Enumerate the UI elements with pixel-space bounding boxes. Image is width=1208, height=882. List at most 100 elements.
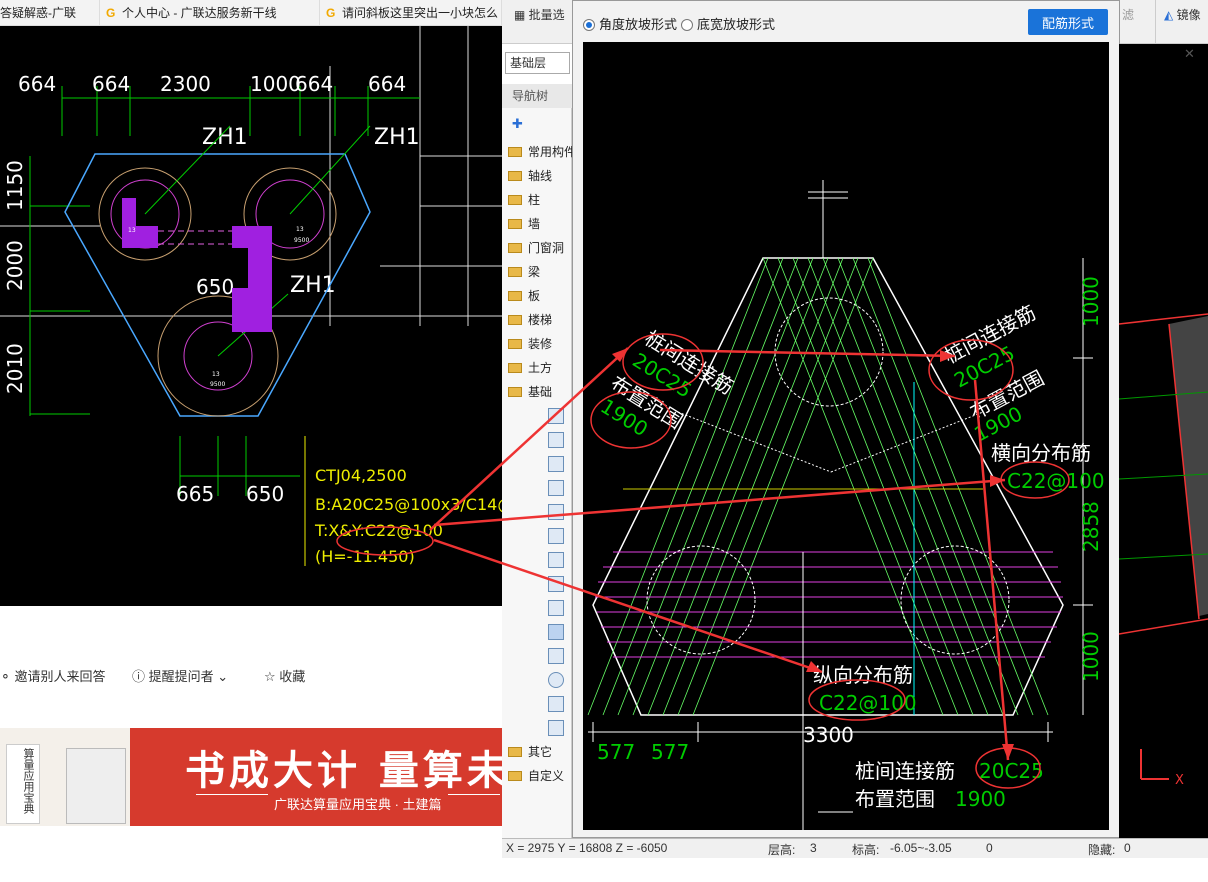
nav-tree-title: 导航树 (502, 84, 572, 108)
folder-icon (508, 387, 522, 397)
pile-tool-icon[interactable] (548, 648, 564, 664)
favorite-link[interactable]: ☆ 收藏 (264, 666, 305, 685)
invite-label: 邀请别人来回答 (14, 669, 106, 684)
dim-label: 664 (18, 72, 56, 96)
dim-label: 650 (246, 482, 284, 506)
folder-icon (508, 291, 522, 301)
pile-small-label: 13 (296, 226, 304, 233)
range-label: 布置范围 (855, 787, 935, 811)
nav-item-slab[interactable]: 板 (508, 286, 540, 306)
nav-item-stair[interactable]: 楼梯 (508, 310, 552, 330)
pile-label: ZH1 (374, 125, 420, 150)
dim-label: 2010 (3, 343, 27, 394)
rebar-diagram-canvas: 1000 2858 1000 577 577 3300 桩间连接筋 20C25 … (583, 42, 1109, 830)
book-image: 算量应用宝典 (0, 728, 130, 826)
tab-favicon-icon: G (106, 6, 116, 20)
footing-tool-icon[interactable] (548, 480, 564, 496)
close-icon[interactable]: ✕ (1184, 46, 1195, 62)
grid-tool-icon[interactable] (548, 720, 564, 736)
dim-label: 664 (295, 72, 333, 96)
raft-tool-icon[interactable] (548, 432, 564, 448)
nav-item-column[interactable]: 柱 (508, 190, 540, 210)
tab-label: 答疑解惑-广联 (0, 6, 76, 20)
radio-dot-selected (583, 19, 595, 31)
filter-button[interactable]: 滤 (1122, 6, 1134, 23)
hole-tool-icon[interactable] (548, 672, 564, 688)
transverse-rebar-label: 横向分布筋 (991, 441, 1091, 465)
browser-tab[interactable]: G 请问斜板这里突出一小块怎么 (320, 0, 502, 26)
page-footer-area (0, 826, 502, 882)
batch-select-button[interactable]: ▦ 批量选 (514, 6, 565, 23)
pile-small-label: 9500 (210, 381, 225, 388)
dim-label: 664 (92, 72, 130, 96)
mirror-button[interactable]: ◭ 镜像 (1164, 6, 1201, 23)
folder-icon (508, 219, 522, 229)
browser-tab[interactable]: G 个人中心 - 广联达服务新干线 (100, 0, 320, 26)
promo-banner[interactable]: 算量应用宝典 书成大计 量算未来 广联达算量应用宝典 · 土建篇 (0, 728, 502, 826)
tab-label: 个人中心 - 广联达服务新干线 (122, 6, 277, 20)
strip-tool-icon[interactable] (548, 504, 564, 520)
browser-tab-bar: 答疑解惑-广联 G 个人中心 - 广联达服务新干线 G 请问斜板这里突出一小块怎么 (0, 0, 502, 26)
dim-label: 2000 (3, 240, 27, 291)
chevron-down-icon: ⌄ (213, 669, 229, 684)
add-icon[interactable]: ✚ (512, 116, 523, 132)
hidden-value: 0 (1124, 841, 1131, 855)
folder-icon (508, 171, 522, 181)
nav-item-axis[interactable]: 轴线 (508, 166, 552, 186)
cushion-tool-icon[interactable] (548, 552, 564, 568)
elevation-value: -6.05~-3.05 (890, 841, 952, 855)
remind-asker-link[interactable]: ⓘ 提醒提问者 ⌄ (132, 666, 228, 685)
nav-item-beam[interactable]: 梁 (508, 262, 540, 282)
beam-tool-icon[interactable] (548, 528, 564, 544)
longitudinal-rebar-value: C22@100 (819, 691, 917, 715)
folder-icon (508, 267, 522, 277)
nav-item-foundation[interactable]: 基础 (508, 382, 552, 402)
dim-label: 650 (196, 275, 234, 299)
pile-small-label: 13 (212, 371, 220, 378)
dim-label: 664 (368, 72, 406, 96)
nav-item-earthwork[interactable]: 土方 (508, 358, 552, 378)
browser-tab[interactable]: 答疑解惑-广联 (0, 0, 100, 26)
nav-item-common[interactable]: 常用构件 (508, 142, 576, 162)
book-cover-image (66, 748, 126, 824)
angle-slope-radio[interactable]: 角度放坡形式 (583, 14, 677, 33)
cap-text-line: (H=-11.450) (315, 547, 415, 566)
batch-icon: ▦ (514, 8, 529, 22)
app-bottom-area (502, 858, 1208, 882)
pile-conn-label: 桩间连接筋 (855, 759, 955, 783)
cap-tool-icon[interactable] (548, 600, 564, 616)
folder-icon (508, 747, 522, 757)
nav-item-decoration[interactable]: 装修 (508, 334, 552, 354)
folder-icon (508, 195, 522, 205)
tab-favicon-icon: G (326, 6, 336, 20)
tab-label: 请问斜板这里突出一小块怎么 (342, 6, 499, 20)
pit-tool-icon[interactable] (548, 456, 564, 472)
invite-answer-link[interactable]: ⚬ 邀请别人来回答 (0, 666, 106, 685)
dim-label: 1000 (1079, 276, 1103, 327)
left-cad-drawing: 664 664 2300 1000 664 664 650 665 650 11… (0, 26, 544, 606)
nav-item-custom[interactable]: 自定义 (508, 766, 564, 786)
banner-subtitle: 广联达算量应用宝典 · 土建篇 (268, 794, 448, 813)
step-tool-icon[interactable] (548, 576, 564, 592)
elevation-label: 标高: (852, 843, 880, 857)
book-title: 算量应用宝典 (6, 744, 40, 824)
nav-item-openings[interactable]: 门窗洞 (508, 238, 564, 258)
width-slope-radio[interactable]: 底宽放坡形式 (681, 14, 775, 33)
pencil-tool-icon[interactable] (548, 408, 564, 424)
pile-small-label: 9500 (294, 237, 309, 244)
frame-tool-icon[interactable] (548, 696, 564, 712)
folder-icon (508, 339, 522, 349)
dim-label: 1000 (250, 72, 301, 96)
rebar-form-button[interactable]: 配筋形式 (1028, 9, 1108, 35)
pile-cap-tool-icon[interactable] (548, 624, 564, 640)
nav-item-other[interactable]: 其它 (508, 742, 552, 762)
dim-label: 1000 (1079, 631, 1103, 682)
radio-dot (681, 19, 693, 31)
person-icon: ⚬ (0, 669, 15, 684)
dim-label: 2300 (160, 72, 211, 96)
dim-label: 577 (597, 740, 635, 764)
status-bar: X = 2975 Y = 16808 Z = -6050 层高: 3 标高: -… (502, 838, 1208, 858)
floor-layer-select[interactable]: 基础层 (505, 52, 570, 74)
folder-icon (508, 147, 522, 157)
nav-item-wall[interactable]: 墙 (508, 214, 540, 234)
